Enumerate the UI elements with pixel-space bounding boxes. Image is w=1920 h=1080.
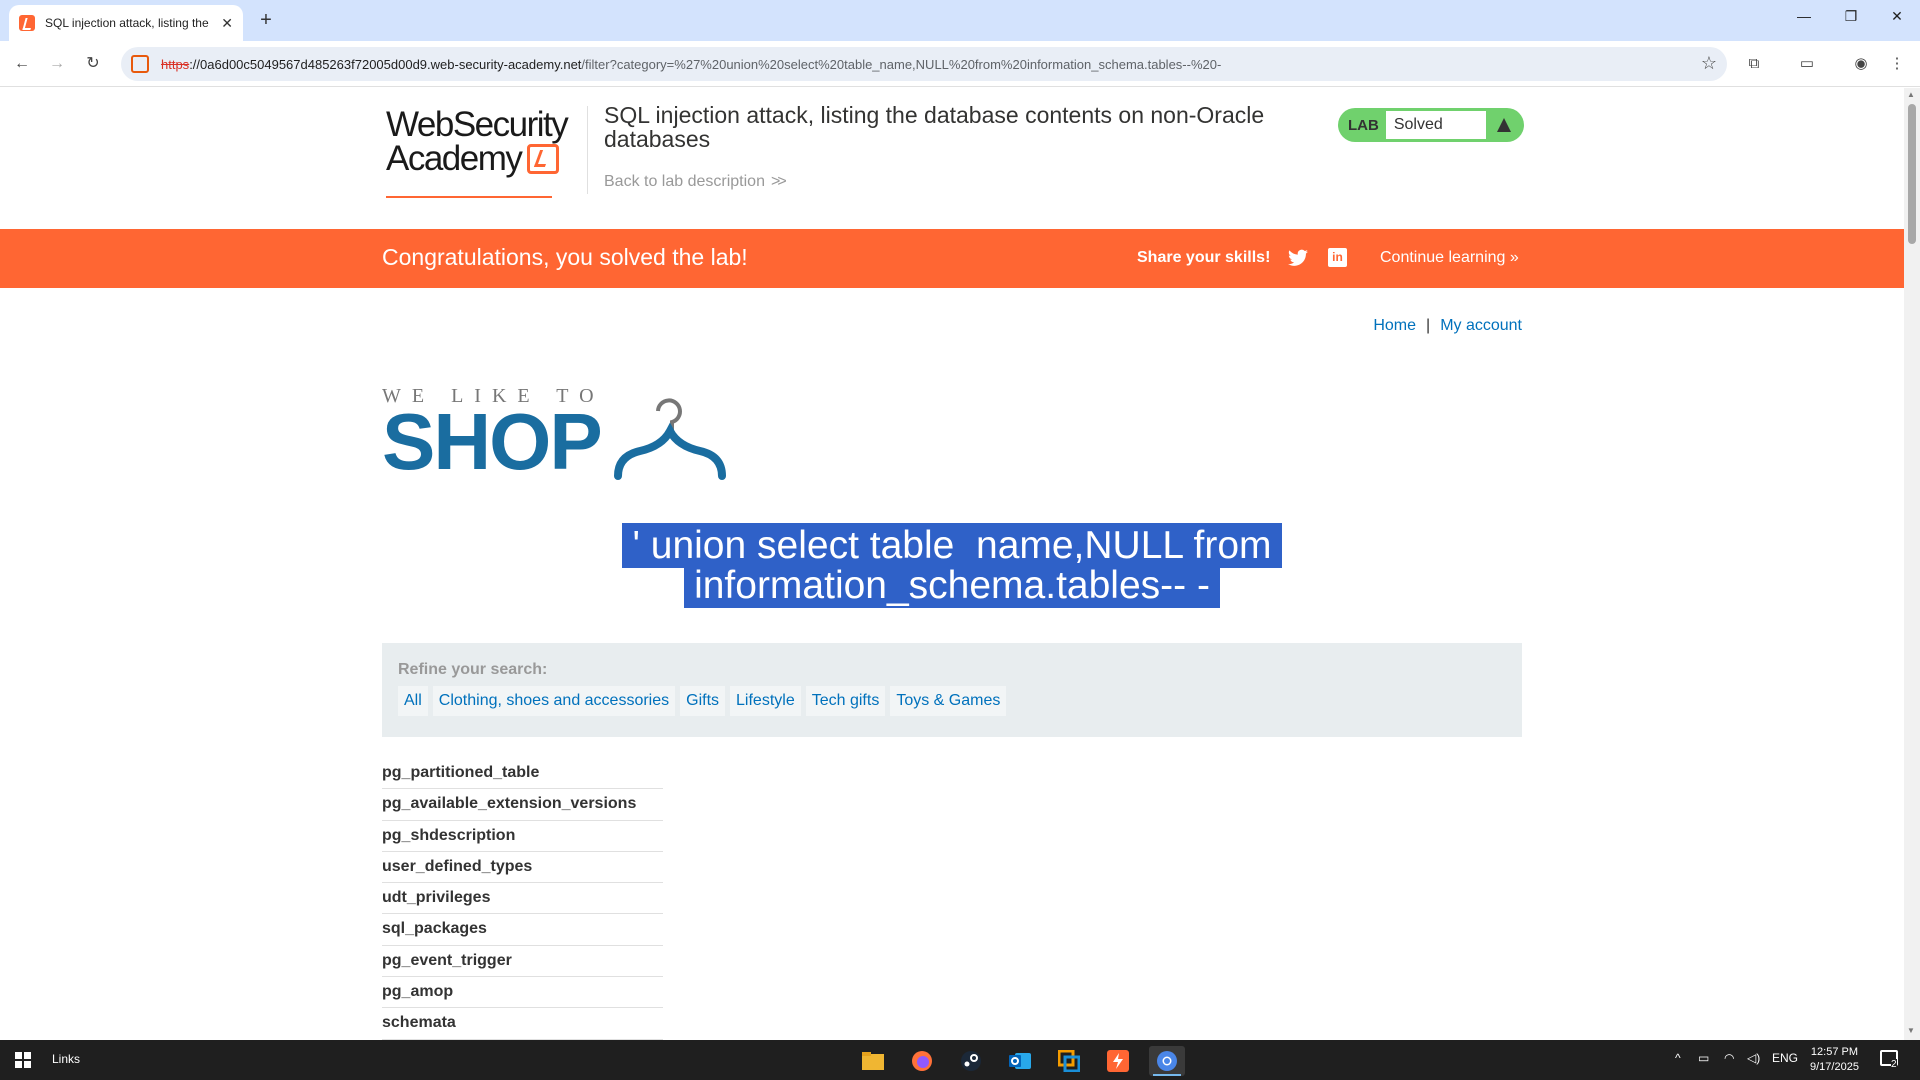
browser-tab-active[interactable]: SQL injection attack, listing the ✕ (9, 5, 243, 41)
profile-icon[interactable]: ◉ (1850, 53, 1872, 75)
table-row: udt_privileges (382, 883, 663, 915)
table-row: schemata (382, 1008, 663, 1040)
minimize-icon[interactable]: — (1789, 8, 1819, 24)
filter-link-tech-gifts[interactable]: Tech gifts (805, 686, 886, 716)
header-divider (587, 106, 588, 194)
flask-icon (1486, 108, 1522, 142)
table-row: pg_event_trigger (382, 946, 663, 978)
url-text: https://0a6d00c5049567d485263f72005d00d9… (161, 56, 1222, 72)
not-secure-icon[interactable] (131, 55, 149, 73)
close-window-icon[interactable]: ✕ (1882, 8, 1912, 25)
page-viewport: WebSecurity Academy SQL injection attack… (0, 88, 1904, 1040)
outlook-icon[interactable] (1002, 1046, 1038, 1076)
back-arrow-icon[interactable]: ← (10, 52, 34, 76)
volume-icon[interactable]: ◁) (1747, 1051, 1760, 1065)
table-row: user_defined_types (382, 852, 663, 884)
hanger-icon (614, 398, 726, 480)
table-row: pg_amop (382, 977, 663, 1009)
steam-icon[interactable] (953, 1046, 989, 1076)
search-heading-line1: ' union select table_name,NULL from (622, 523, 1282, 568)
nav-separator: | (1426, 317, 1431, 334)
continue-label: Continue learning (1380, 249, 1506, 266)
address-bar[interactable]: https://0a6d00c5049567d485263f72005d00d9… (121, 47, 1727, 81)
chrome-icon[interactable] (1149, 1046, 1185, 1076)
logo-underline (386, 196, 552, 198)
double-chevron-icon: » (1509, 249, 1519, 266)
scroll-down-icon[interactable]: ▼ (1907, 1026, 1915, 1035)
logo-line1: WebSecurity (386, 105, 569, 144)
search-heading-line2: information_schema.tables-- - (684, 563, 1220, 608)
filter-links: All Clothing, shoes and accessories Gift… (398, 686, 1011, 716)
share-label: Share your skills! (1137, 249, 1271, 266)
filter-link-gifts[interactable]: Gifts (680, 686, 726, 716)
academy-header: WebSecurity Academy SQL injection attack… (382, 88, 1524, 229)
table-row: pg_shdescription (382, 821, 663, 852)
shop-logo: WE LIKE TO SHOP (382, 385, 762, 495)
continue-learning-link[interactable]: Continue learning » (1380, 249, 1519, 267)
browser-tab-bar: SQL injection attack, listing the ✕ + — … (0, 0, 1920, 41)
forward-arrow-icon[interactable]: → (45, 52, 69, 76)
restore-icon[interactable]: ❐ (1836, 8, 1866, 25)
clock-date: 9/17/2025 (1810, 1061, 1859, 1073)
portswigger-favicon-icon (19, 15, 35, 31)
filter-link-all[interactable]: All (398, 686, 428, 716)
home-link[interactable]: Home (1373, 317, 1416, 334)
file-explorer-icon[interactable] (855, 1046, 891, 1076)
lab-status-widget: LAB Solved (1338, 108, 1524, 142)
bookmark-star-icon[interactable]: ☆ (1701, 53, 1717, 74)
close-tab-icon[interactable]: ✕ (221, 15, 233, 32)
tab-title: SQL injection attack, listing the (45, 16, 209, 30)
cast-icon[interactable]: ▭ (1796, 53, 1818, 75)
bolt-icon (527, 144, 560, 174)
linkedin-icon[interactable]: in (1328, 248, 1347, 267)
page-scrollbar[interactable]: ▲ ▼ (1904, 88, 1920, 1040)
burp-suite-icon[interactable] (1100, 1046, 1136, 1076)
twitter-icon[interactable] (1288, 249, 1308, 267)
battery-icon[interactable]: ▭ (1698, 1051, 1709, 1065)
new-tab-button[interactable]: + (254, 9, 278, 33)
windows-taskbar: Links ^ ▭ ◠ ◁) ENG 12:57 PM 9/17/2025 2 (0, 1040, 1920, 1080)
top-nav: Home | My account (1373, 317, 1522, 335)
search-heading: ' union select table_name,NULL from infor… (382, 523, 1522, 608)
logo-line2: Academy (386, 139, 523, 178)
lab-status-text: Solved (1385, 111, 1486, 139)
web-security-academy-logo[interactable]: WebSecurity Academy (386, 105, 576, 198)
tray-chevron-up-icon[interactable]: ^ (1675, 1051, 1681, 1065)
my-account-link[interactable]: My account (1440, 317, 1522, 334)
wifi-icon[interactable]: ◠ (1724, 1051, 1734, 1065)
table-row: sql_packages (382, 914, 663, 946)
vmware-icon[interactable] (1051, 1046, 1087, 1076)
menu-icon[interactable]: ⋮ (1886, 53, 1908, 75)
filter-box: Refine your search: All Clothing, shoes … (382, 643, 1522, 737)
double-chevron-icon: >> (770, 173, 787, 190)
links-toolbar-label[interactable]: Links (52, 1052, 80, 1066)
filter-link-lifestyle[interactable]: Lifestyle (730, 686, 801, 716)
table-row: pg_partitioned_table (382, 758, 663, 790)
windows-start-icon[interactable] (15, 1052, 31, 1068)
banner-message: Congratulations, you solved the lab! (382, 244, 748, 270)
results-table: pg_partitioned_table pg_available_extens… (382, 758, 663, 1040)
browser-toolbar: ← → ↻ https://0a6d00c5049567d485263f7200… (0, 41, 1920, 87)
table-row: pg_available_extension_versions (382, 789, 663, 821)
filter-link-clothing[interactable]: Clothing, shoes and accessories (432, 686, 676, 716)
lab-badge: LAB (1348, 116, 1379, 134)
notification-count: 2 (1891, 1059, 1897, 1070)
reload-icon[interactable]: ↻ (81, 52, 105, 76)
clock-time: 12:57 PM (1810, 1046, 1859, 1058)
scroll-up-icon[interactable]: ▲ (1907, 90, 1915, 99)
filter-link-toys-games[interactable]: Toys & Games (890, 686, 1007, 716)
firefox-icon[interactable] (904, 1046, 940, 1076)
filter-label: Refine your search: (398, 661, 548, 678)
lab-title: SQL injection attack, listing the databa… (604, 102, 1265, 152)
language-indicator[interactable]: ENG (1772, 1051, 1798, 1065)
scrollbar-thumb[interactable] (1908, 104, 1916, 244)
extensions-icon[interactable]: ⧉ (1743, 53, 1765, 75)
back-link-label: Back to lab description (604, 173, 765, 190)
back-to-lab-link[interactable]: Back to lab description >> (604, 173, 787, 191)
system-clock[interactable]: 12:57 PM 9/17/2025 (1810, 1045, 1859, 1075)
solved-banner: Congratulations, you solved the lab! Sha… (0, 229, 1904, 288)
